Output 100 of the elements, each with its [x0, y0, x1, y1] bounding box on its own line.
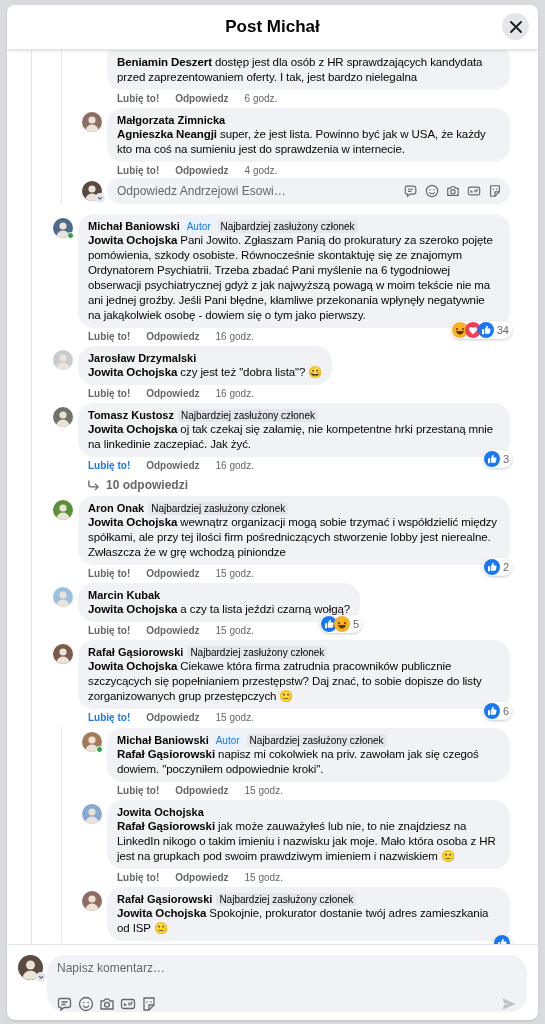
comment-text: Jowita Ochojska Spokojnie, prokurator dostanie twój adres zamieszkania od ISP 🙂: [117, 906, 490, 936]
chevron-down-icon[interactable]: [95, 193, 105, 203]
comment-time[interactable]: 15 godz.: [215, 709, 254, 725]
reply-link[interactable]: Odpowiedz: [175, 869, 229, 885]
comment-text: Jowita Ochojska wewnątrz organizacji mogą sobie trzymać i współdzielić między spółkami, ale przy tej ilości firm pośredniczących stworzenie lobby jest nierealne. Zwłaszcza że w grę wchodzą piniondze: [88, 515, 499, 560]
reply-link[interactable]: Odpowiedz: [146, 709, 200, 725]
comment-author[interactable]: Michał Baniowski: [117, 731, 209, 749]
comment-time[interactable]: 6 godz.: [244, 90, 278, 106]
avatar: [82, 112, 102, 132]
reply-link[interactable]: Odpowiedz: [175, 782, 229, 798]
avatar: [82, 732, 102, 752]
like-link[interactable]: Lubię to!: [117, 90, 160, 106]
speech-bubble-icon[interactable]: [404, 184, 418, 198]
comment-time[interactable]: 15 godz.: [244, 869, 283, 885]
heart-reaction-icon: [464, 322, 481, 338]
like-link[interactable]: Lubię to!: [117, 869, 160, 885]
close-button[interactable]: [502, 13, 529, 40]
laughing-reaction-icon: [333, 616, 350, 632]
camera-icon[interactable]: [446, 184, 460, 198]
reply-link[interactable]: Odpowiedz: [146, 457, 200, 473]
comment-author[interactable]: Michał Baniowski: [88, 217, 180, 235]
like-link[interactable]: Lubię to!: [88, 328, 131, 344]
like-reaction-icon: [320, 616, 337, 632]
comment-time[interactable]: 15 godz.: [244, 782, 283, 798]
member-badge: Najbardziej zasłużony członek: [216, 892, 357, 906]
comment-text: Agnieszka Neangji super, że jest lista. Powinno być jak w USA, że każdy kto ma coś na sumieniu jest do sprawdzenia w internecie.: [117, 127, 487, 157]
comment-author[interactable]: Małgorzata Zimnicka: [117, 111, 226, 129]
avatar: [53, 500, 73, 520]
comment-text: Rafał Gąsiorowski napisz mi cokolwiek na priv. zawołam jak się czegoś dowiem. "poczyniłem odpowiednie kroki".: [117, 747, 480, 777]
member-badge: Najbardziej zasłużony członek: [217, 219, 358, 233]
reaction-count: 3: [501, 452, 510, 467]
comment-text: Beniamin Deszert dostęp jest dla osób z HR sprawdzających kandydata przed zaprezentowaniem oferty. I tak, jest bardzo nielegalna: [117, 55, 484, 85]
like-reaction-icon: [483, 703, 500, 719]
like-link[interactable]: Lubię to!: [88, 457, 131, 473]
reply-link[interactable]: Odpowiedz: [175, 90, 229, 106]
reply-link[interactable]: Odpowiedz: [175, 162, 229, 178]
smiley-icon[interactable]: [425, 184, 439, 198]
member-badge: Najbardziej zasłużony członek: [178, 408, 318, 422]
reaction-count: 6: [501, 704, 510, 719]
comment-text: Jowita Ochojska a czy ta lista jeździ czarną wołgą?: [88, 602, 351, 617]
like-reaction-icon: [483, 451, 500, 467]
member-badge: Najbardziej zasłużony członek: [148, 501, 289, 515]
avatar: [53, 644, 73, 664]
comment-time[interactable]: 15 godz.: [215, 565, 254, 581]
like-link[interactable]: Lubię to!: [117, 782, 160, 798]
speech-bubble-icon[interactable]: [57, 996, 73, 1012]
reaction-count: 2: [501, 560, 510, 575]
comment-field[interactable]: Napisz komentarz…: [47, 955, 527, 1012]
camera-icon[interactable]: [99, 996, 115, 1012]
reaction-summary[interactable]: 2: [482, 558, 512, 576]
reaction-summary[interactable]: 3: [482, 450, 512, 468]
gif-icon[interactable]: [120, 996, 136, 1012]
like-reaction-icon: [477, 322, 494, 338]
reaction-summary[interactable]: 34: [450, 321, 512, 339]
comment-author[interactable]: Jarosław Drzymalski: [88, 349, 197, 367]
comment-author[interactable]: Rafał Gąsiorowski: [88, 643, 184, 661]
comment-text: Jowita Ochojska Ciekawe która firma zatrudnia pracowników publicznie szczycących się popełnianiem przestępstw? Daj znać, to sobie dopisze do listy zorganizowanych grup przestępczych 🙂: [88, 659, 483, 704]
comment-time[interactable]: 16 godz.: [215, 328, 254, 344]
reaction-summary[interactable]: 5: [319, 615, 363, 633]
comment-author[interactable]: Aron Onak: [88, 499, 145, 517]
like-link[interactable]: Lubię to!: [117, 162, 160, 178]
comment-author[interactable]: Jowita Ochojska: [117, 803, 204, 821]
sticker-icon[interactable]: [488, 184, 502, 198]
avatar: [82, 891, 102, 911]
comment-author[interactable]: Marcin Kubak: [88, 586, 161, 604]
member-badge: Autor: [183, 219, 214, 233]
reply-link[interactable]: Odpowiedz: [146, 622, 200, 638]
avatar: [82, 804, 102, 824]
reply-link[interactable]: Odpowiedz: [146, 385, 200, 401]
gif-icon[interactable]: [467, 184, 481, 198]
like-link[interactable]: Lubię to!: [88, 622, 131, 638]
like-reaction-icon: [483, 559, 500, 575]
avatar: [53, 587, 73, 607]
sticker-icon[interactable]: [141, 996, 157, 1012]
member-badge: Autor: [212, 733, 243, 747]
like-link[interactable]: Lubię to!: [88, 385, 131, 401]
reaction-count: 34: [495, 323, 510, 338]
comment-time[interactable]: 4 godz.: [244, 162, 278, 178]
comment-time[interactable]: 16 godz.: [215, 385, 254, 401]
reaction-summary[interactable]: 6: [482, 702, 512, 720]
reply-link[interactable]: Odpowiedz: [146, 565, 200, 581]
chevron-down-icon[interactable]: [36, 972, 46, 982]
like-link[interactable]: Lubię to!: [88, 709, 131, 725]
comment-time[interactable]: 16 godz.: [215, 457, 254, 473]
comment-author[interactable]: Tomasz Kustosz: [88, 406, 174, 424]
comment-text: Jowita Ochojska Pani Jowito. Zgłaszam Panią do prokuratury za szeroko pojęte pomówienia, szkody osobiste. Równocześnie skontaktuję się ze znajomym Ordynatorem Psychiatrii. Trzeba zbadać Pani myślenie na 6 tygodniowej obserwacji psychiatrycznej gdyż z jak najwyższą powagą w moim tekście nie ma ani jednej groźby. Jeśli Pani błędne, kłamliwe przekonania wpłynęły negatywnie na jakąkolwiek osobę - dowiem się o tym jako pierwszy.: [88, 233, 494, 323]
smiley-icon[interactable]: [78, 996, 94, 1012]
reply-field[interactable]: Odpowiedz Andrzejowi Esowi…: [107, 178, 510, 204]
avatar: [53, 350, 73, 370]
comment-text: Jowita Ochojska oj tak czekaj się załamię, nie kompetentne hrki przestaną mnie na linkedinie zaczepiać. Jak żyć.: [88, 422, 495, 452]
reaction-count: 5: [351, 617, 361, 632]
comment-author[interactable]: Rafał Gąsiorowski: [117, 890, 213, 908]
view-replies-button[interactable]: 10 odpowiedzi: [87, 475, 188, 495]
laughing-reaction-icon: [451, 322, 468, 338]
member-badge: Najbardziej zasłużony członek: [246, 733, 387, 747]
avatar: [18, 955, 43, 980]
reply-link[interactable]: Odpowiedz: [146, 328, 200, 344]
like-link[interactable]: Lubię to!: [88, 565, 131, 581]
comment-text: Rafał Gąsiorowski jak może zauważyłeś lub nie, to nie znajdziesz na LinkedIn nikogo o takim imieniu i nazwisku jak moje. Mało która osoba z HR jest na grupkach pod swoim prawdziwym imieniem i nazwiskiem 🙂: [117, 819, 497, 864]
comment-time[interactable]: 15 godz.: [215, 622, 254, 638]
